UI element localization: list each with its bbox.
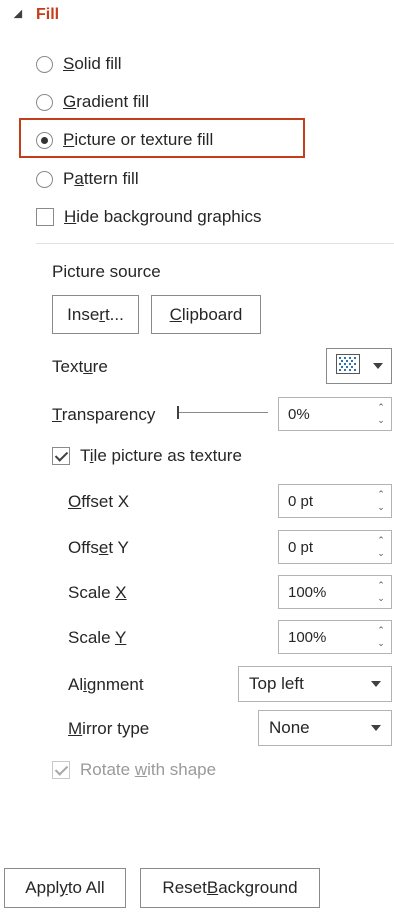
scale-x-label: Scale X (68, 583, 127, 602)
collapse-triangle-icon (13, 9, 27, 23)
transparency-label: Transparency (52, 405, 156, 424)
fill-section-header[interactable]: Fill (13, 6, 60, 24)
radio-button-icon[interactable] (36, 55, 53, 73)
offset-y-spinbox[interactable]: 0 pt ⌃ ⌄ (278, 530, 392, 564)
offset-y-label: Offset Y (68, 538, 129, 557)
tile-picture-label: Tile picture as texture (80, 446, 242, 465)
reset-background-button[interactable]: Reset Background (140, 868, 320, 908)
offset-x-spinbox[interactable]: 0 pt ⌃ ⌄ (278, 484, 392, 518)
scale-y-label: Scale Y (68, 628, 127, 647)
hide-background-graphics-checkbox[interactable]: Hide background graphics (36, 207, 262, 227)
scale-y-spinbox[interactable]: 100% ⌃ ⌄ (278, 620, 392, 654)
offset-x-label: Offset X (68, 492, 130, 511)
hide-background-graphics-label: Hide background graphics (64, 207, 262, 226)
texture-label: Texture (52, 357, 108, 376)
chevron-down-icon (371, 681, 381, 687)
solid-fill-radio[interactable]: Solid fill (36, 54, 122, 74)
transparency-spinbox[interactable]: 0% ⌃ ⌄ (278, 397, 392, 431)
apply-to-all-button[interactable]: Appl y to All (4, 868, 126, 908)
tile-picture-checkbox[interactable]: Tile picture as texture (52, 446, 242, 466)
rotate-with-shape-checkbox: Rotate with shape (52, 760, 216, 780)
alignment-label: Alignment (68, 675, 144, 694)
chevron-down-icon (373, 363, 383, 369)
scale-x-spinbox[interactable]: 100% ⌃ ⌄ (278, 575, 392, 609)
spin-arrows-icon[interactable]: ⌃ ⌄ (371, 534, 391, 560)
section-divider (36, 243, 394, 244)
pattern-fill-radio[interactable]: Pattern fill (36, 169, 139, 189)
checkbox-checked-icon[interactable] (52, 447, 70, 465)
spin-arrows-icon[interactable]: ⌃ ⌄ (371, 624, 391, 650)
picture-source-label: Picture source (52, 262, 161, 281)
picture-texture-fill-radio[interactable]: Picture or texture fill (36, 130, 213, 150)
gradient-fill-radio[interactable]: Gradient fill (36, 92, 149, 112)
transparency-slider-track[interactable] (178, 412, 268, 413)
solid-fill-label: Solid fill (63, 54, 122, 73)
insert-button[interactable]: Inse r t... (52, 295, 139, 334)
chevron-down-icon (371, 725, 381, 731)
mirror-type-label: Mirror type (68, 719, 150, 738)
texture-dropdown-button[interactable] (326, 348, 392, 384)
checkbox-icon[interactable] (36, 208, 54, 226)
radio-button-selected-icon[interactable] (36, 131, 53, 149)
radio-button-icon[interactable] (36, 170, 53, 188)
radio-button-icon[interactable] (36, 93, 53, 111)
mirror-type-dropdown[interactable]: None (258, 710, 392, 746)
alignment-dropdown[interactable]: Top left (238, 666, 392, 702)
clipboard-button[interactable]: Clipboard (151, 295, 261, 334)
spin-arrows-icon[interactable]: ⌃ ⌄ (371, 579, 391, 605)
texture-swatch-icon (336, 353, 360, 379)
spin-arrows-icon[interactable]: ⌃ ⌄ (371, 488, 391, 514)
rotate-with-shape-label: Rotate with shape (80, 760, 217, 779)
transparency-slider-thumb[interactable] (177, 406, 179, 419)
checkbox-checked-disabled-icon (52, 761, 70, 779)
gradient-fill-label: Gradient fill (63, 92, 149, 111)
picture-texture-fill-label: Picture or texture fill (63, 130, 214, 149)
fill-section-title: Fill (36, 6, 60, 23)
spin-arrows-icon[interactable]: ⌃ ⌄ (371, 401, 391, 427)
pattern-fill-label: Pattern fill (63, 169, 139, 188)
